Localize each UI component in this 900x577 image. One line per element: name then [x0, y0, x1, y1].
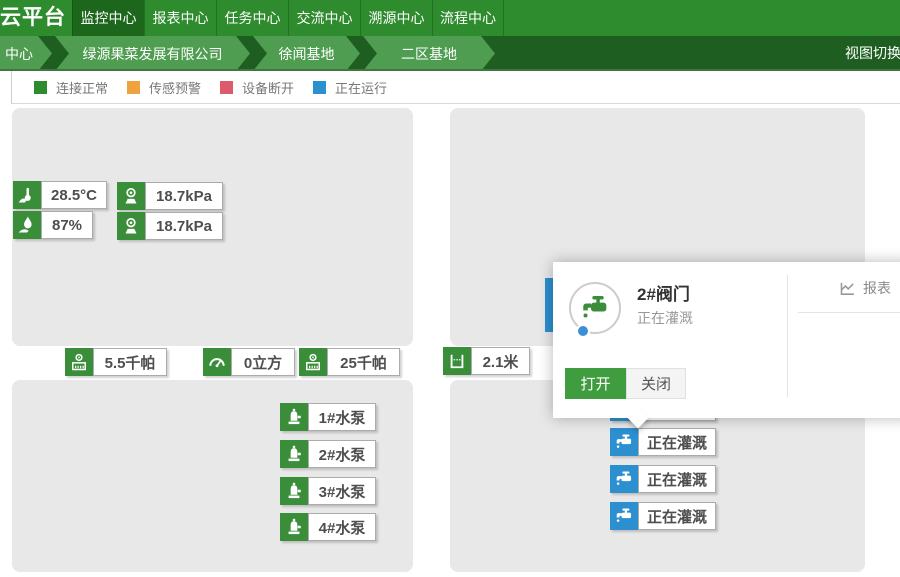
- water-pump-icon: [280, 403, 308, 431]
- nav-tab-report-center[interactable]: 报表中心: [144, 0, 216, 36]
- legend-item-running: 正在运行: [313, 78, 387, 97]
- nav-tab-label: 溯源中心: [369, 8, 425, 28]
- pressure-sensor-icon: [117, 182, 145, 210]
- breadcrumb-item-base[interactable]: 徐闻基地: [253, 36, 360, 71]
- pipe-pressure-icon: [65, 348, 93, 376]
- valve-status: 正在灌溉: [638, 465, 716, 493]
- line-chart-icon: [839, 280, 856, 297]
- valve-badge-irrigating-2[interactable]: 正在灌溉: [610, 465, 716, 493]
- pressure-sensor-badge-2[interactable]: 18.7kPa: [117, 212, 223, 240]
- legend-orange-square: [127, 81, 140, 94]
- water-level-icon: [443, 347, 471, 375]
- report-link[interactable]: 报表: [839, 278, 891, 298]
- water-pump-icon: [280, 440, 308, 468]
- faucet-icon: [610, 428, 638, 456]
- view-switch-button[interactable]: 视图切换: [845, 36, 900, 71]
- breadcrumb-label: 徐闻基地: [279, 44, 335, 64]
- pump-label: 4#水泵: [308, 513, 376, 541]
- nav-tab-process-center[interactable]: 流程中心: [432, 0, 504, 36]
- humidity-icon: [13, 211, 41, 239]
- legend-item-disconnected: 设备断开: [220, 78, 294, 97]
- pump-badge-4[interactable]: 4#水泵: [280, 513, 376, 541]
- popup-horizontal-divider: [798, 312, 900, 313]
- pump-badge-3[interactable]: 3#水泵: [280, 477, 376, 505]
- legend-label: 连接正常: [56, 78, 108, 97]
- breadcrumb: 中心 绿源果菜发展有限公司 徐闻基地 二区基地 视图切换: [0, 36, 900, 71]
- pressure-sensor-icon: [117, 212, 145, 240]
- popup-vertical-divider: [787, 275, 788, 397]
- pipe-pressure-icon: [299, 348, 327, 376]
- nav-tab-label: 监控中心: [81, 8, 137, 28]
- flow-meter-icon: [203, 348, 231, 376]
- legend-item-sensor-warning: 传感预警: [127, 78, 201, 97]
- pipe-pressure-badge-2[interactable]: 25千帕: [299, 348, 400, 376]
- valve-status: 正在灌溉: [638, 502, 716, 530]
- pipe-pressure-badge-1[interactable]: 5.5千帕: [65, 348, 167, 376]
- water-level-value: 2.1米: [471, 347, 530, 375]
- nav-tabs: 监控中心 报表中心 任务中心 交流中心 溯源中心 流程中心: [72, 0, 504, 36]
- status-legend: 连接正常 传感预警 设备断开 正在运行: [11, 71, 900, 104]
- nav-tab-label: 交流中心: [297, 8, 353, 28]
- breadcrumb-items: 中心 绿源果菜发展有限公司 徐闻基地 二区基地: [0, 36, 498, 71]
- faucet-icon: [610, 465, 638, 493]
- legend-green-square: [34, 81, 47, 94]
- nav-tab-task-center[interactable]: 任务中心: [216, 0, 288, 36]
- water-pump-icon: [280, 477, 308, 505]
- faucet-icon: [579, 292, 611, 324]
- pressure-sensor-badge-1[interactable]: 18.7kPa: [117, 182, 223, 210]
- humidity-badge[interactable]: 87%: [13, 211, 93, 239]
- legend-blue-square: [313, 81, 326, 94]
- valve-controls: 打开 关闭: [565, 368, 686, 399]
- valve-badge-irrigating-3[interactable]: 正在灌溉: [610, 502, 716, 530]
- temperature-icon: [13, 181, 41, 209]
- pump-badge-1[interactable]: 1#水泵: [280, 403, 376, 431]
- breadcrumb-label: 绿源果菜发展有限公司: [83, 44, 223, 64]
- top-nav: 云平台 监控中心 报表中心 任务中心 交流中心 溯源中心 流程中心: [0, 0, 900, 36]
- legend-item-connected: 连接正常: [34, 78, 108, 97]
- nav-tab-label: 任务中心: [225, 8, 281, 28]
- breadcrumb-item-zone[interactable]: 二区基地: [363, 36, 495, 71]
- monitoring-dashboard: 云平台 监控中心 报表中心 任务中心 交流中心 溯源中心 流程中心 中心 绿源果…: [0, 0, 900, 577]
- app-logo: 云平台: [0, 0, 66, 36]
- nav-tab-label: 流程中心: [440, 8, 496, 28]
- running-status-dot: [576, 324, 590, 338]
- temperature-value: 28.5°C: [41, 181, 107, 209]
- legend-label: 设备断开: [242, 78, 294, 97]
- close-valve-button[interactable]: 关闭: [626, 368, 686, 399]
- water-pump-icon: [280, 513, 308, 541]
- faucet-icon: [610, 502, 638, 530]
- legend-red-square: [220, 81, 233, 94]
- breadcrumb-label: 中心: [5, 44, 33, 64]
- flow-meter-badge[interactable]: 0立方: [203, 348, 295, 376]
- valve-status: 正在灌溉: [638, 428, 716, 456]
- water-level-badge[interactable]: 2.1米: [443, 347, 530, 375]
- open-valve-button[interactable]: 打开: [565, 368, 626, 399]
- pipe-pressure-value: 25千帕: [327, 348, 400, 376]
- pressure-value: 18.7kPa: [145, 182, 223, 210]
- nav-tab-communication-center[interactable]: 交流中心: [288, 0, 360, 36]
- breadcrumb-item-center[interactable]: 中心: [0, 36, 52, 71]
- pipe-pressure-value: 5.5千帕: [93, 348, 167, 376]
- pressure-value: 18.7kPa: [145, 212, 223, 240]
- valve-badge-irrigating-1[interactable]: 正在灌溉: [610, 428, 716, 456]
- nav-tab-monitor-center[interactable]: 监控中心: [72, 0, 144, 36]
- pump-label: 1#水泵: [308, 403, 376, 431]
- humidity-value: 87%: [41, 211, 93, 239]
- breadcrumb-item-company[interactable]: 绿源果菜发展有限公司: [55, 36, 250, 71]
- valve-popup: 2#阀门 正在灌溉 打开 关闭 报表: [553, 262, 900, 418]
- popup-status: 正在灌溉: [637, 308, 693, 328]
- breadcrumb-label: 二区基地: [401, 44, 457, 64]
- popup-title: 2#阀门: [637, 280, 690, 305]
- pump-label: 2#水泵: [308, 440, 376, 468]
- legend-label: 传感预警: [149, 78, 201, 97]
- nav-tab-traceability-center[interactable]: 溯源中心: [360, 0, 432, 36]
- pump-badge-2[interactable]: 2#水泵: [280, 440, 376, 468]
- legend-label: 正在运行: [335, 78, 387, 97]
- flow-value: 0立方: [231, 348, 295, 376]
- nav-tab-label: 报表中心: [153, 8, 209, 28]
- report-label: 报表: [863, 278, 891, 298]
- temperature-badge[interactable]: 28.5°C: [13, 181, 107, 209]
- pump-label: 3#水泵: [308, 477, 376, 505]
